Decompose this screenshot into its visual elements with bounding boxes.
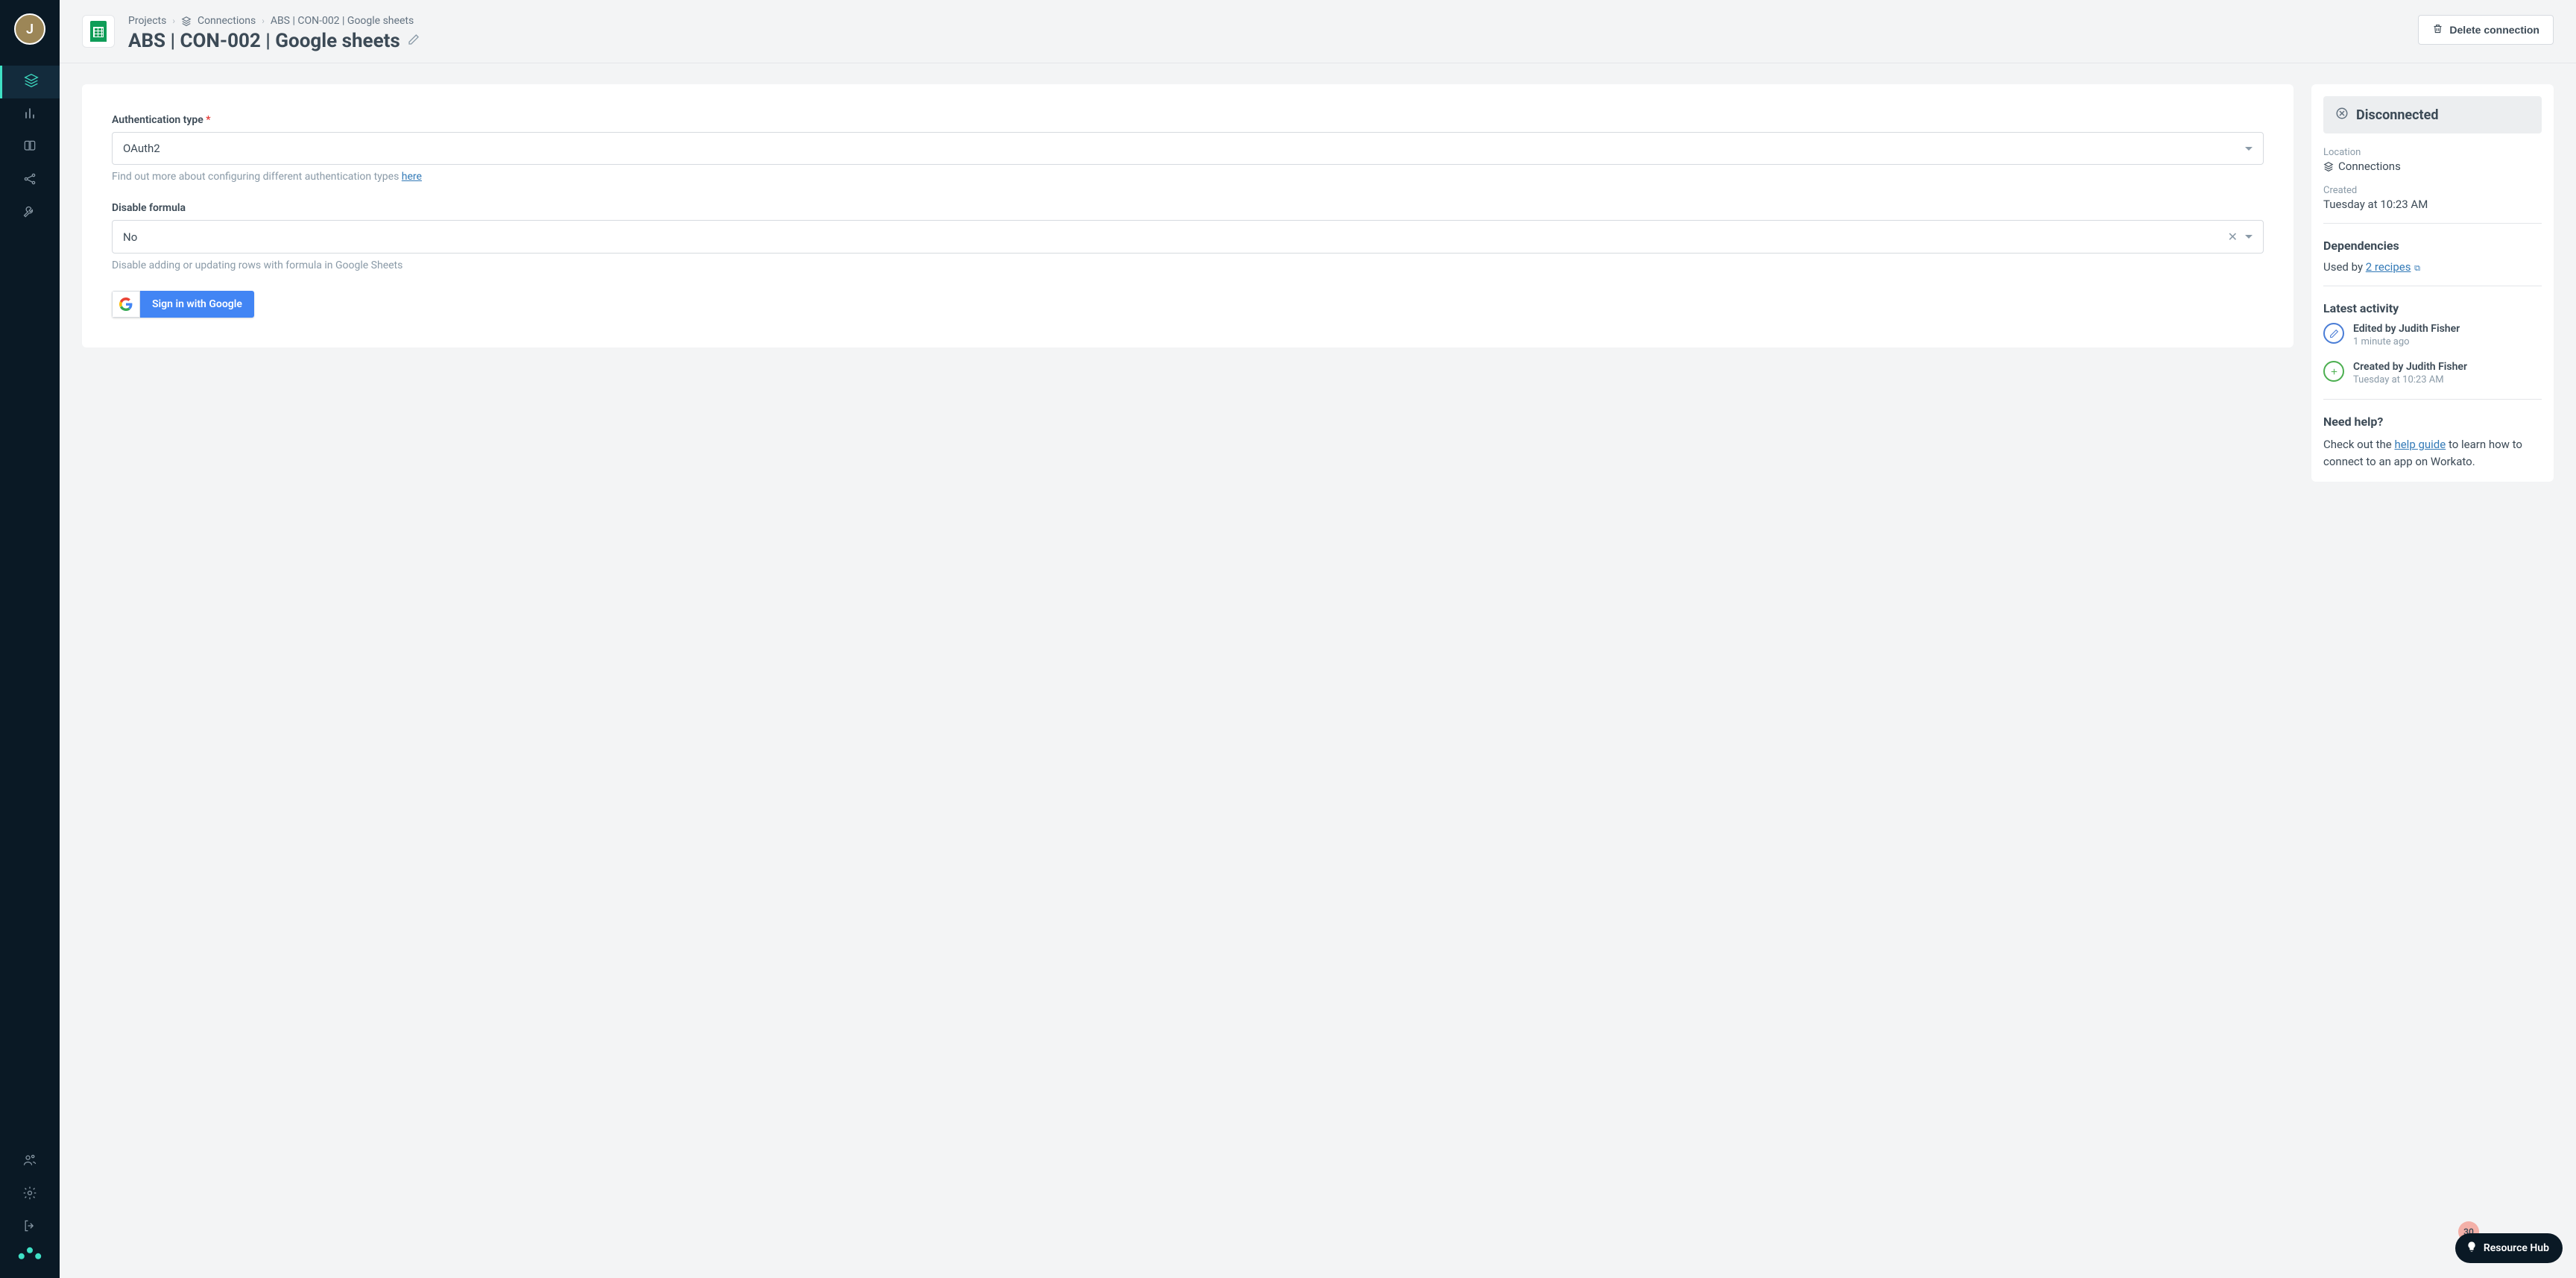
disable-formula-help: Disable adding or updating rows with for…: [112, 259, 2264, 271]
google-sheets-icon: [82, 15, 115, 48]
wrench-icon: [22, 204, 37, 222]
dependencies-title: Dependencies: [2323, 239, 2542, 253]
chevron-down-icon: [2245, 235, 2253, 239]
main-area: Projects › Connections › ABS | CON-002 |…: [60, 0, 2576, 1278]
page-header: Projects › Connections › ABS | CON-002 |…: [60, 0, 2576, 63]
disable-formula-select[interactable]: No ✕: [112, 220, 2264, 254]
sign-in-google-label: Sign in with Google: [140, 291, 254, 318]
resource-hub-label: Resource Hub: [2484, 1242, 2549, 1254]
auth-type-label: Authentication type *: [112, 114, 2264, 126]
auth-type-help: Find out more about configuring differen…: [112, 171, 2264, 183]
activity-item: Edited by Judith Fisher 1 minute ago: [2323, 323, 2542, 347]
share-icon: [22, 171, 37, 189]
disconnected-icon: [2335, 107, 2349, 123]
sign-in-google-button[interactable]: Sign in with Google: [112, 291, 254, 318]
created-meta: Created Tuesday at 10:23 AM: [2323, 185, 2542, 211]
auth-type-field: Authentication type * OAuth2 Find out mo…: [112, 114, 2264, 183]
resource-hub-button[interactable]: Resource Hub: [2455, 1233, 2563, 1263]
activity-title: Edited by Judith Fisher: [2353, 323, 2460, 335]
app-root: J: [0, 0, 2576, 1278]
nav-settings[interactable]: [0, 1178, 60, 1211]
dependencies-line: Used by 2 recipes ⧉: [2323, 260, 2542, 274]
people-icon: [22, 1153, 37, 1171]
auth-type-value: OAuth2: [123, 142, 160, 155]
gear-icon: [22, 1186, 37, 1203]
divider: [2323, 223, 2542, 224]
avatar[interactable]: J: [14, 13, 45, 45]
chevron-down-icon: [2245, 147, 2253, 151]
need-help-title: Need help?: [2323, 415, 2542, 429]
google-logo-icon: [112, 291, 140, 318]
breadcrumb: Projects › Connections › ABS | CON-002 |…: [128, 15, 2405, 27]
bar-chart-icon: [22, 106, 37, 124]
breadcrumb-connections[interactable]: Connections: [198, 15, 256, 27]
activity-time: 1 minute ago: [2353, 336, 2460, 347]
nav-logout[interactable]: [0, 1211, 60, 1244]
activity-item: Created by Judith Fisher Tuesday at 10:2…: [2323, 361, 2542, 385]
divider: [2323, 399, 2542, 400]
content-row: Authentication type * OAuth2 Find out mo…: [60, 63, 2576, 503]
chevron-right-icon: ›: [172, 16, 175, 26]
lightbulb-icon: [2466, 1241, 2478, 1256]
need-help-text: Check out the help guide to learn how to…: [2323, 436, 2542, 470]
nav-connections[interactable]: [0, 164, 60, 197]
delete-connection-button[interactable]: Delete connection: [2418, 15, 2554, 45]
connection-status: Disconnected: [2323, 96, 2542, 133]
required-marker: *: [206, 114, 210, 126]
info-side-card: Disconnected Location Connections Create…: [2311, 84, 2554, 482]
plus-icon: [2323, 361, 2344, 382]
pencil-icon: [2323, 323, 2344, 344]
external-link-icon: ⧉: [2412, 263, 2420, 273]
latest-activity-title: Latest activity: [2323, 301, 2542, 315]
disable-formula-field: Disable formula No ✕ Disable adding or u…: [112, 202, 2264, 271]
clear-icon[interactable]: ✕: [2228, 230, 2238, 244]
recipes-link[interactable]: 2 recipes: [2366, 260, 2411, 274]
chevron-right-icon: ›: [262, 16, 265, 26]
delete-button-label: Delete connection: [2449, 24, 2539, 36]
workato-logo-icon: [18, 1244, 42, 1265]
logout-icon: [22, 1218, 37, 1236]
help-guide-link[interactable]: help guide: [2394, 438, 2446, 451]
breadcrumb-current: ABS | CON-002 | Google sheets: [271, 15, 414, 27]
trash-icon: [2432, 23, 2443, 37]
layers-icon: [24, 73, 39, 91]
location-value: Connections: [2338, 160, 2401, 173]
layers-icon: [2323, 161, 2334, 171]
created-value: Tuesday at 10:23 AM: [2323, 198, 2542, 211]
breadcrumb-projects[interactable]: Projects: [128, 15, 166, 27]
pencil-icon[interactable]: [408, 34, 420, 48]
nav-projects[interactable]: [0, 66, 60, 98]
nav-library[interactable]: [0, 131, 60, 164]
left-sidebar: J: [0, 0, 60, 1278]
nav-people[interactable]: [0, 1145, 60, 1178]
page-title-text: ABS | CON-002 | Google sheets: [128, 30, 400, 52]
disable-formula-label: Disable formula: [112, 202, 2264, 214]
disable-formula-value: No: [123, 230, 137, 244]
auth-help-link[interactable]: here: [402, 171, 422, 183]
activity-title: Created by Judith Fisher: [2353, 361, 2467, 373]
nav-dashboard[interactable]: [0, 98, 60, 131]
activity-time: Tuesday at 10:23 AM: [2353, 374, 2467, 385]
book-icon: [22, 139, 37, 157]
layers-icon: [181, 16, 192, 26]
location-label: Location: [2323, 147, 2542, 158]
status-text: Disconnected: [2356, 107, 2438, 123]
location-meta: Location Connections: [2323, 147, 2542, 173]
auth-type-select[interactable]: OAuth2: [112, 132, 2264, 165]
nav-tools[interactable]: [0, 197, 60, 230]
page-title: ABS | CON-002 | Google sheets: [128, 30, 2405, 52]
created-label: Created: [2323, 185, 2542, 196]
connection-form-card: Authentication type * OAuth2 Find out mo…: [82, 84, 2294, 347]
